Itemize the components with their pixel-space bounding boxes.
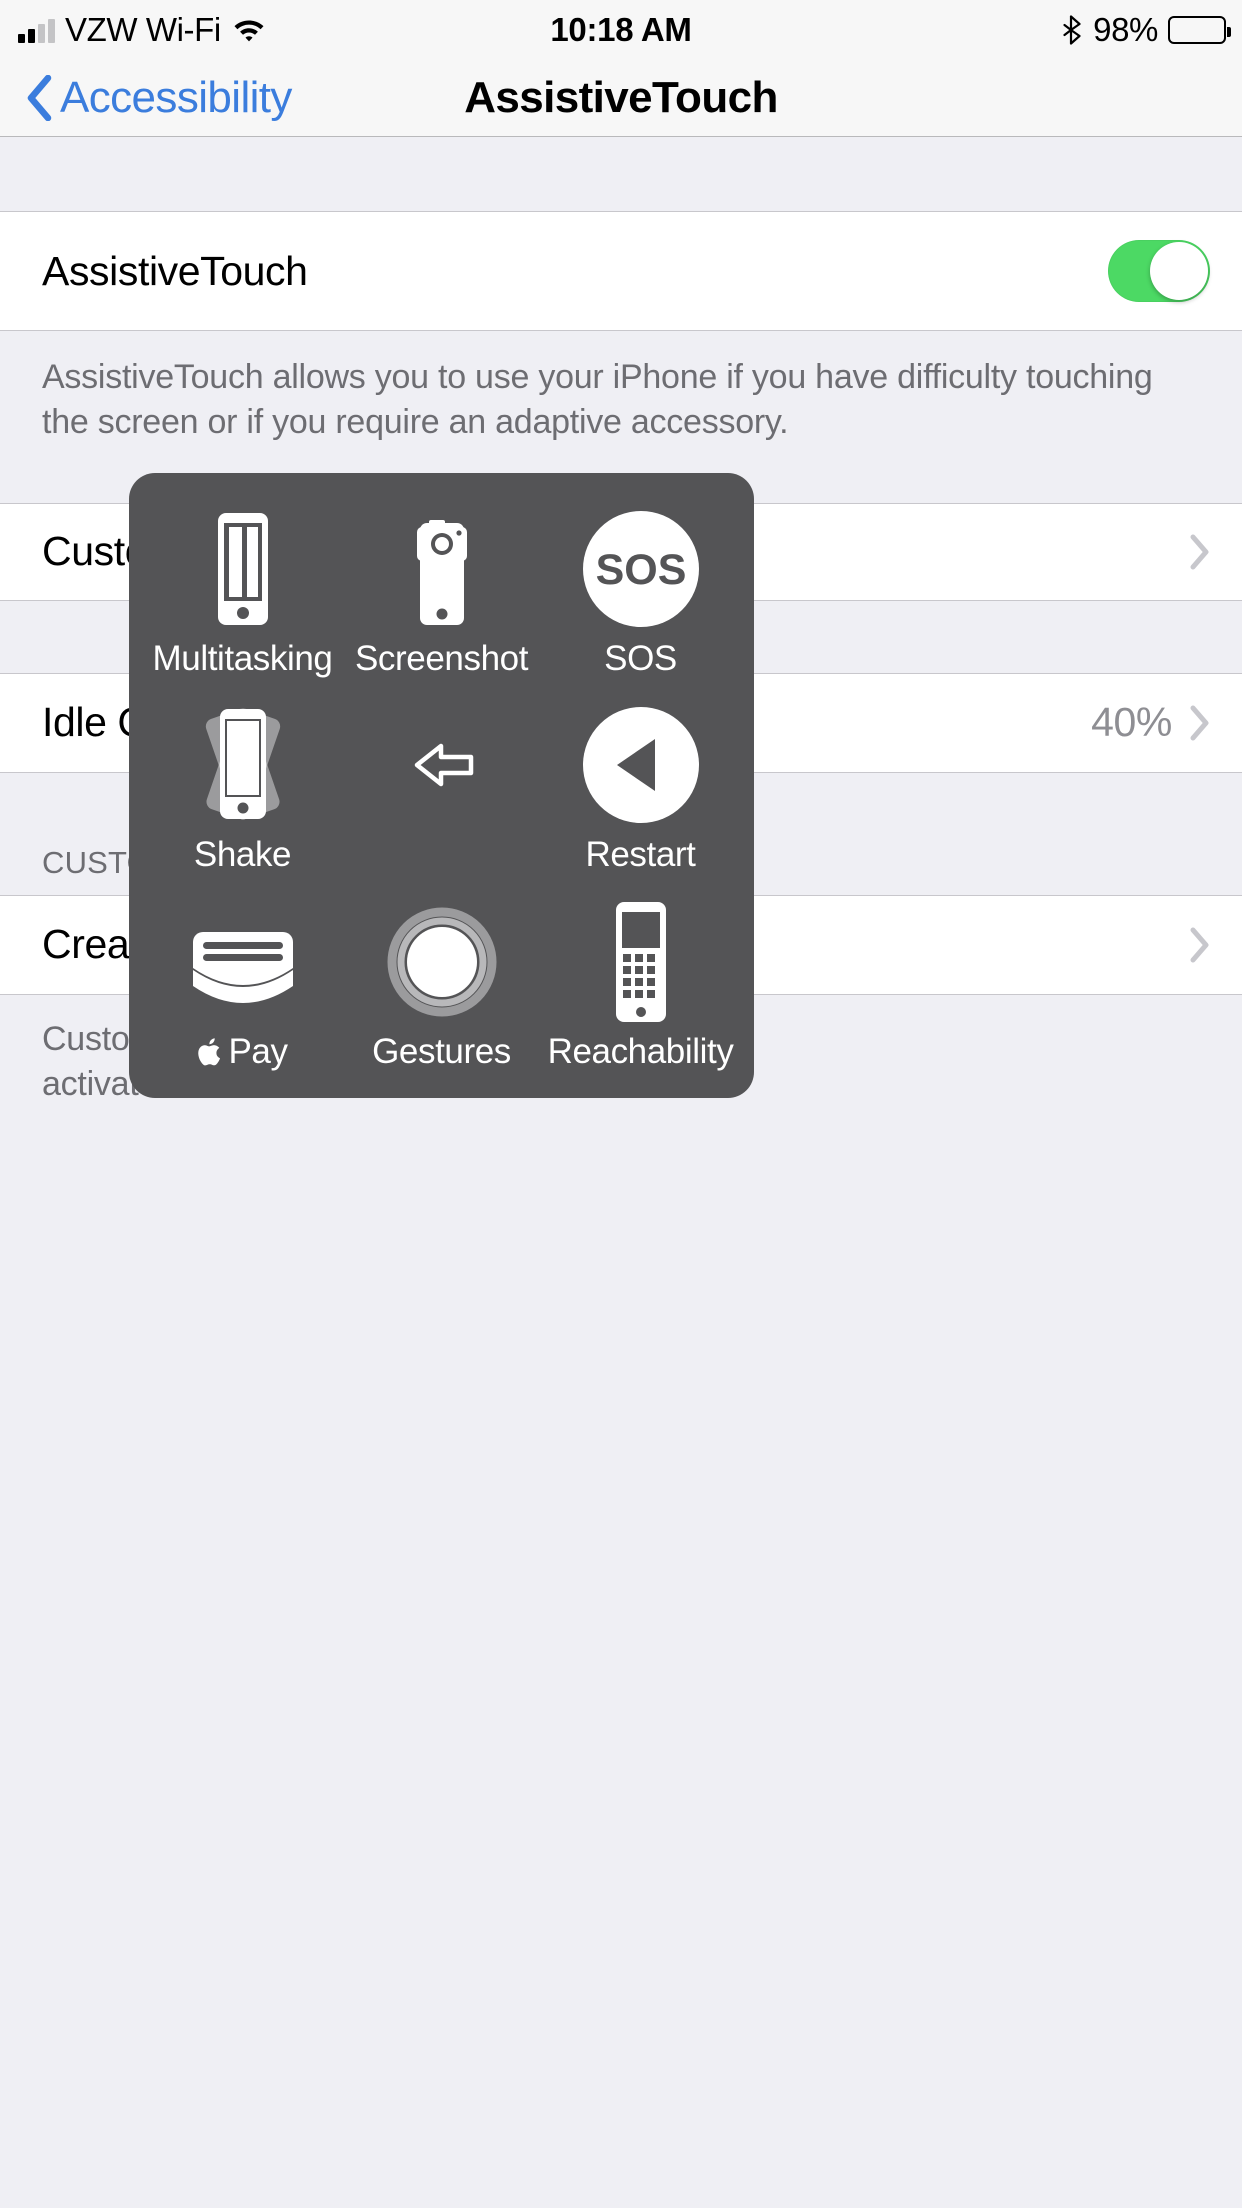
navigation-bar: Accessibility AssistiveTouch bbox=[0, 60, 1242, 137]
page-title: AssistiveTouch bbox=[464, 73, 778, 122]
bluetooth-icon bbox=[1061, 15, 1083, 45]
switch-knob bbox=[1150, 242, 1208, 300]
apple-pay-icon bbox=[173, 898, 313, 1026]
assistivetouch-description: AssistiveTouch allows you to use your iP… bbox=[0, 331, 1242, 445]
row-label-assistivetouch: AssistiveTouch bbox=[42, 247, 308, 294]
settings-list[interactable]: AssistiveTouch AssistiveTouch allows you… bbox=[0, 137, 1242, 2208]
apple-logo-icon bbox=[197, 1035, 225, 1069]
at-item-reachability[interactable]: Reachability bbox=[541, 884, 740, 1080]
at-item-multitasking[interactable]: Multitasking bbox=[143, 491, 342, 687]
assistivetouch-switch[interactable] bbox=[1108, 240, 1210, 302]
at-item-shake[interactable]: Shake bbox=[143, 687, 342, 883]
at-item-sos[interactable]: SOS SOS bbox=[541, 491, 740, 687]
shake-icon bbox=[168, 701, 318, 829]
status-bar: VZW Wi-Fi 10:18 AM 98% bbox=[0, 0, 1242, 60]
at-label-multitasking: Multitasking bbox=[152, 639, 333, 678]
status-bar-clock: 10:18 AM bbox=[550, 11, 692, 48]
cell-separator bbox=[0, 330, 1242, 331]
at-label-apple-pay-text: Pay bbox=[228, 1031, 288, 1071]
battery-percentage: 98% bbox=[1093, 11, 1158, 48]
chevron-right-icon bbox=[1190, 534, 1210, 570]
at-item-gestures[interactable]: Gestures bbox=[342, 884, 541, 1080]
status-bar-right: 98% bbox=[1061, 11, 1231, 49]
at-item-back[interactable] bbox=[342, 687, 541, 883]
at-label-restart: Restart bbox=[585, 835, 696, 875]
screenshot-icon bbox=[387, 505, 497, 633]
battery-icon bbox=[1168, 16, 1231, 44]
row-assistivetouch-toggle[interactable]: AssistiveTouch bbox=[0, 211, 1242, 331]
row-value-idle-opacity: 40% bbox=[1091, 699, 1172, 746]
at-label-screenshot: Screenshot bbox=[354, 639, 529, 678]
assistivetouch-menu-overlay[interactable]: Multitasking Screenshot SOS SOS Shake Re… bbox=[129, 473, 754, 1098]
chevron-right-icon bbox=[1190, 927, 1210, 963]
multitasking-icon bbox=[188, 505, 298, 633]
sos-icon: SOS bbox=[577, 505, 705, 633]
gestures-icon bbox=[378, 898, 506, 1026]
at-item-apple-pay[interactable]: Pay bbox=[143, 884, 342, 1080]
back-arrow-icon bbox=[387, 701, 497, 829]
at-label-gestures: Gestures bbox=[372, 1031, 511, 1071]
restart-icon bbox=[577, 701, 705, 829]
svg-text:SOS: SOS bbox=[595, 546, 686, 594]
at-label-shake: Shake bbox=[193, 835, 292, 875]
at-label-sos: SOS bbox=[604, 639, 677, 678]
at-item-restart[interactable]: Restart bbox=[541, 687, 740, 883]
at-label-apple-pay: Pay bbox=[197, 1031, 288, 1072]
chevron-right-icon bbox=[1190, 705, 1210, 741]
at-item-screenshot[interactable]: Screenshot bbox=[342, 491, 541, 687]
reachability-icon bbox=[586, 898, 696, 1026]
cell-separator bbox=[0, 211, 1242, 212]
at-label-reachability: Reachability bbox=[547, 1031, 734, 1071]
section-gap-top bbox=[0, 137, 1242, 211]
